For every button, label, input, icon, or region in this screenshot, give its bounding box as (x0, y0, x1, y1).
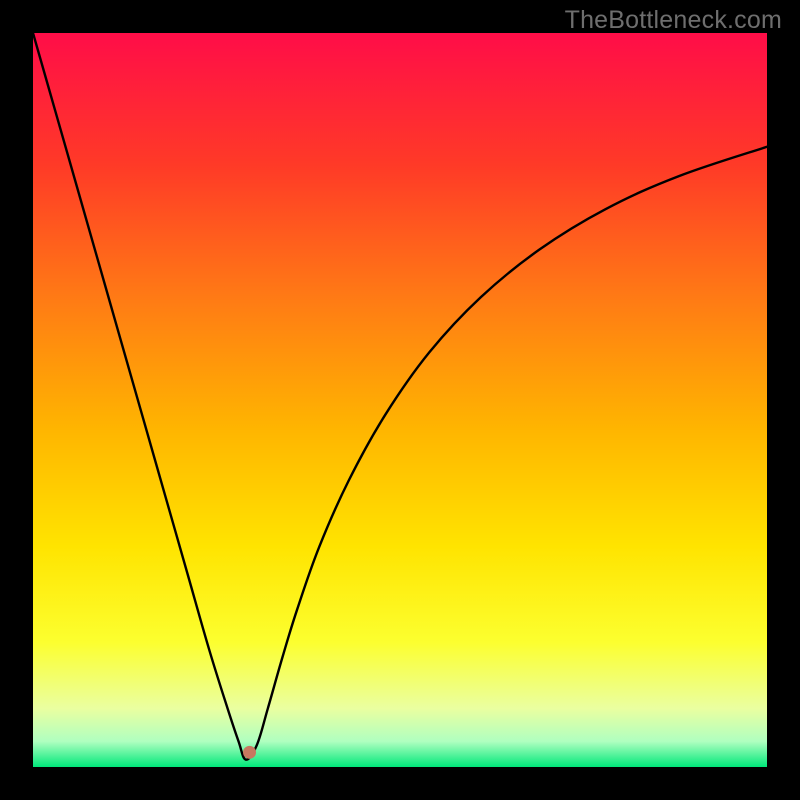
minimum-marker (243, 746, 256, 759)
watermark-text: TheBottleneck.com (565, 6, 782, 35)
gradient-background (33, 33, 767, 767)
chart-stage: TheBottleneck.com (0, 0, 800, 800)
plot-area (33, 33, 767, 767)
chart-svg (33, 33, 767, 767)
